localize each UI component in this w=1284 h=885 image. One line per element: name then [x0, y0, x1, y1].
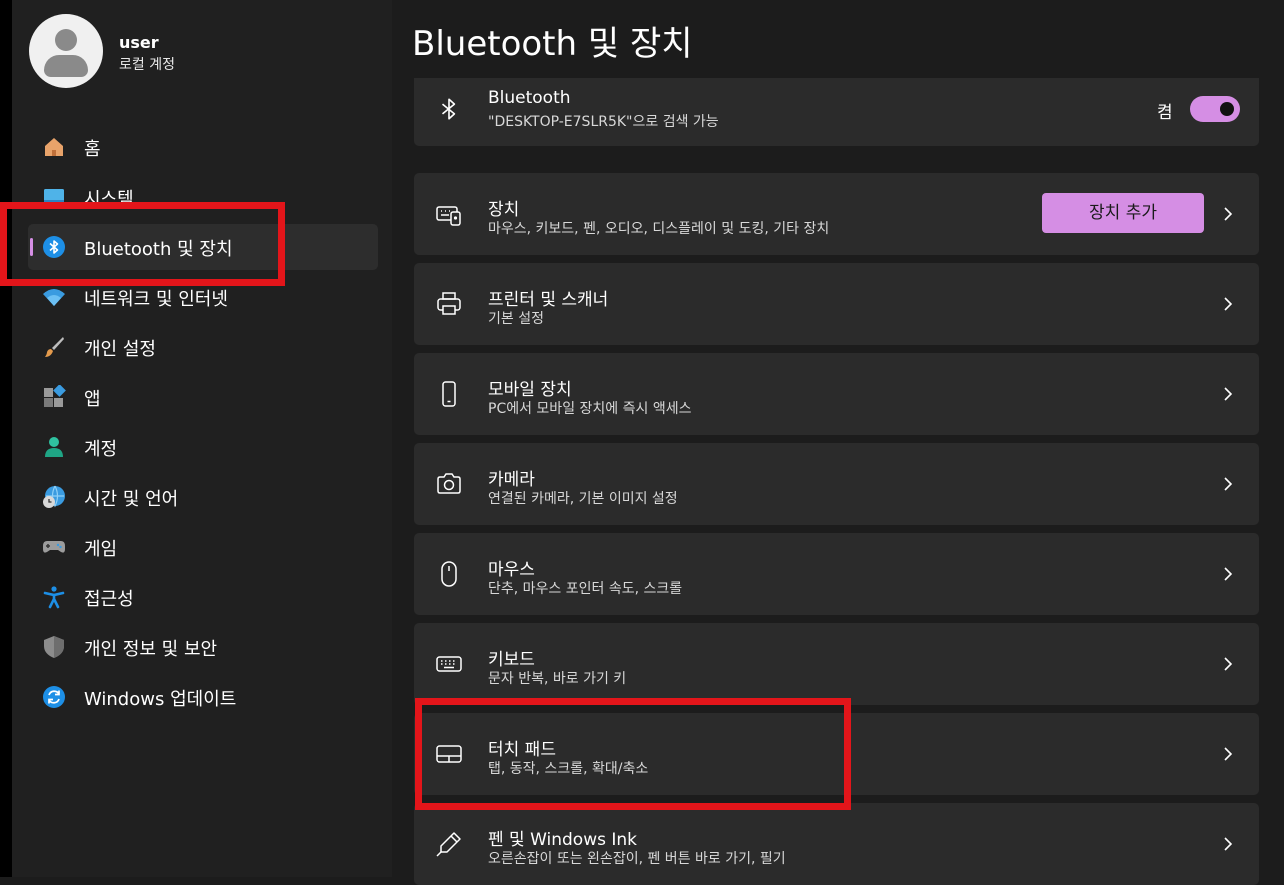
sidebar-item-personalization[interactable]: 개인 설정 — [28, 324, 378, 370]
printer-icon — [436, 291, 462, 317]
chevron-right-icon — [1220, 294, 1236, 314]
card-pen-windows-ink[interactable]: 펜 및 Windows Ink 오른손잡이 또는 왼손잡이, 펜 버튼 바로 가… — [414, 803, 1259, 885]
sidebar-item-accounts[interactable]: 계정 — [28, 424, 378, 470]
card-subtitle: 연결된 카메라, 기본 이미지 설정 — [488, 491, 678, 507]
bluetooth-toggle[interactable] — [1190, 96, 1240, 122]
sidebar-item-label: 개인 설정 — [84, 339, 156, 360]
account-icon — [42, 435, 66, 459]
highlight-box-touchpad — [415, 698, 851, 810]
sidebar-item-home[interactable]: 홈 — [28, 124, 378, 170]
mouse-icon — [436, 561, 462, 587]
globe-clock-icon — [42, 485, 66, 509]
sidebar-item-label: 개인 정보 및 보안 — [84, 639, 218, 660]
sidebar-item-privacy-security[interactable]: 개인 정보 및 보안 — [28, 624, 378, 670]
card-camera[interactable]: 카메라 연결된 카메라, 기본 이미지 설정 — [414, 443, 1259, 525]
sidebar-item-label: 시간 및 언어 — [84, 489, 179, 510]
card-title: Bluetooth — [488, 88, 571, 108]
sidebar-item-label: 접근성 — [84, 589, 134, 610]
bluetooth-icon — [436, 96, 462, 122]
update-icon — [42, 685, 66, 709]
card-printers-scanners[interactable]: 프린터 및 스캐너 기본 설정 — [414, 263, 1259, 345]
accessibility-icon — [42, 585, 66, 609]
chevron-right-icon — [1220, 654, 1236, 674]
chevron-right-icon — [1220, 834, 1236, 854]
sidebar-item-label: 앱 — [84, 389, 101, 410]
sidebar-item-gaming[interactable]: 게임 — [28, 524, 378, 570]
sidebar-item-windows-update[interactable]: Windows 업데이트 — [28, 674, 378, 720]
chevron-right-icon — [1220, 564, 1236, 584]
card-subtitle: 마우스, 키보드, 펜, 오디오, 디스플레이 및 도킹, 기타 장치 — [488, 221, 830, 237]
keyboard-icon — [436, 651, 462, 677]
user-name: user — [119, 33, 159, 52]
sidebar: user 로컬 계정 홈 시스템 Bluetooth 및 장치 네트워크 및 인… — [12, 0, 392, 877]
card-keyboard[interactable]: 키보드 문자 반복, 바로 가기 키 — [414, 623, 1259, 705]
card-subtitle: 문자 반복, 바로 가기 키 — [488, 671, 627, 687]
card-title: 모바일 장치 — [488, 380, 572, 400]
card-subtitle: 오른손잡이 또는 왼손잡이, 펜 버튼 바로 가기, 필기 — [488, 851, 786, 867]
sidebar-item-time-language[interactable]: 시간 및 언어 — [28, 474, 378, 520]
devices-icon — [436, 201, 462, 227]
card-subtitle: 단추, 마우스 포인터 속도, 스크롤 — [488, 581, 683, 597]
phone-icon — [436, 381, 462, 407]
gamepad-icon — [42, 535, 66, 559]
home-icon — [42, 135, 66, 159]
chevron-right-icon — [1220, 384, 1236, 404]
highlight-box-sidebar-bluetooth — [0, 202, 285, 286]
apps-icon — [42, 385, 66, 409]
shield-icon — [42, 635, 66, 659]
chevron-right-icon — [1220, 474, 1236, 494]
camera-icon — [436, 471, 462, 497]
card-title: 프린터 및 스캐너 — [488, 290, 609, 310]
card-title: 마우스 — [488, 560, 535, 580]
sidebar-item-label: Windows 업데이트 — [84, 689, 237, 710]
chevron-right-icon — [1220, 744, 1236, 764]
avatar[interactable] — [29, 14, 103, 88]
sidebar-item-label: 계정 — [84, 439, 118, 460]
card-subtitle: "DESKTOP-E7SLR5K"으로 검색 가능 — [488, 114, 719, 130]
chevron-right-icon — [1220, 204, 1236, 224]
sidebar-item-label: 게임 — [84, 539, 118, 560]
add-device-button[interactable]: 장치 추가 — [1042, 193, 1204, 233]
bluetooth-toggle-label: 켬 — [1157, 103, 1173, 123]
card-devices[interactable]: 장치 마우스, 키보드, 펜, 오디오, 디스플레이 및 도킹, 기타 장치 장… — [414, 173, 1259, 255]
wifi-icon — [42, 285, 66, 309]
card-title: 키보드 — [488, 650, 535, 670]
card-mobile-devices[interactable]: 모바일 장치 PC에서 모바일 장치에 즉시 액세스 — [414, 353, 1259, 435]
card-title: 펜 및 Windows Ink — [488, 830, 638, 850]
page-title: Bluetooth 및 장치 — [412, 24, 693, 64]
sidebar-item-label: 홈 — [84, 139, 101, 160]
sidebar-item-apps[interactable]: 앱 — [28, 374, 378, 420]
sidebar-item-accessibility[interactable]: 접근성 — [28, 574, 378, 620]
user-account-type: 로컬 계정 — [119, 57, 175, 73]
pen-icon — [436, 831, 462, 857]
bluetooth-card: Bluetooth "DESKTOP-E7SLR5K"으로 검색 가능 켬 — [414, 78, 1259, 146]
brush-icon — [42, 335, 66, 359]
window-edge — [0, 0, 12, 877]
card-mouse[interactable]: 마우스 단추, 마우스 포인터 속도, 스크롤 — [414, 533, 1259, 615]
card-subtitle: PC에서 모바일 장치에 즉시 액세스 — [488, 401, 692, 417]
sidebar-item-label: 네트워크 및 인터넷 — [84, 289, 228, 310]
toggle-knob — [1220, 102, 1234, 116]
card-title: 장치 — [488, 200, 520, 220]
card-title: 카메라 — [488, 470, 535, 490]
card-subtitle: 기본 설정 — [488, 311, 544, 327]
